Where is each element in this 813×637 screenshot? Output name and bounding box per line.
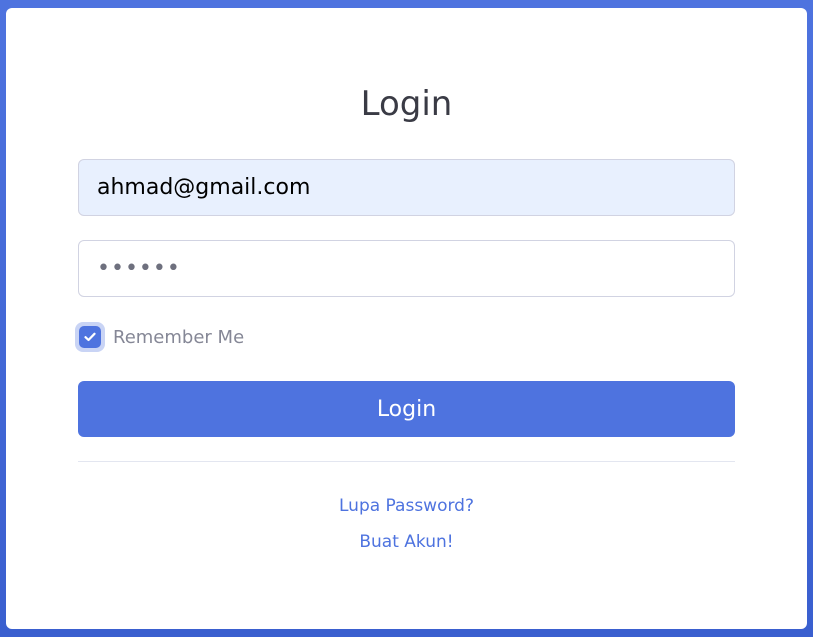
login-card: Login Remember Me Login Lupa Password? B… [6,8,807,629]
remember-me[interactable]: Remember Me [75,322,244,352]
remember-me-checkbox[interactable] [75,322,105,352]
divider [78,461,735,462]
forgot-password-link[interactable]: Lupa Password? [78,496,735,516]
page-title: Login [360,84,453,124]
remember-me-label[interactable]: Remember Me [113,327,244,348]
check-icon [84,332,96,342]
password-field[interactable] [78,240,735,297]
login-button[interactable]: Login [78,381,735,437]
email-field[interactable] [78,159,735,216]
create-account-link[interactable]: Buat Akun! [78,532,735,552]
checkbox-box [79,326,101,348]
